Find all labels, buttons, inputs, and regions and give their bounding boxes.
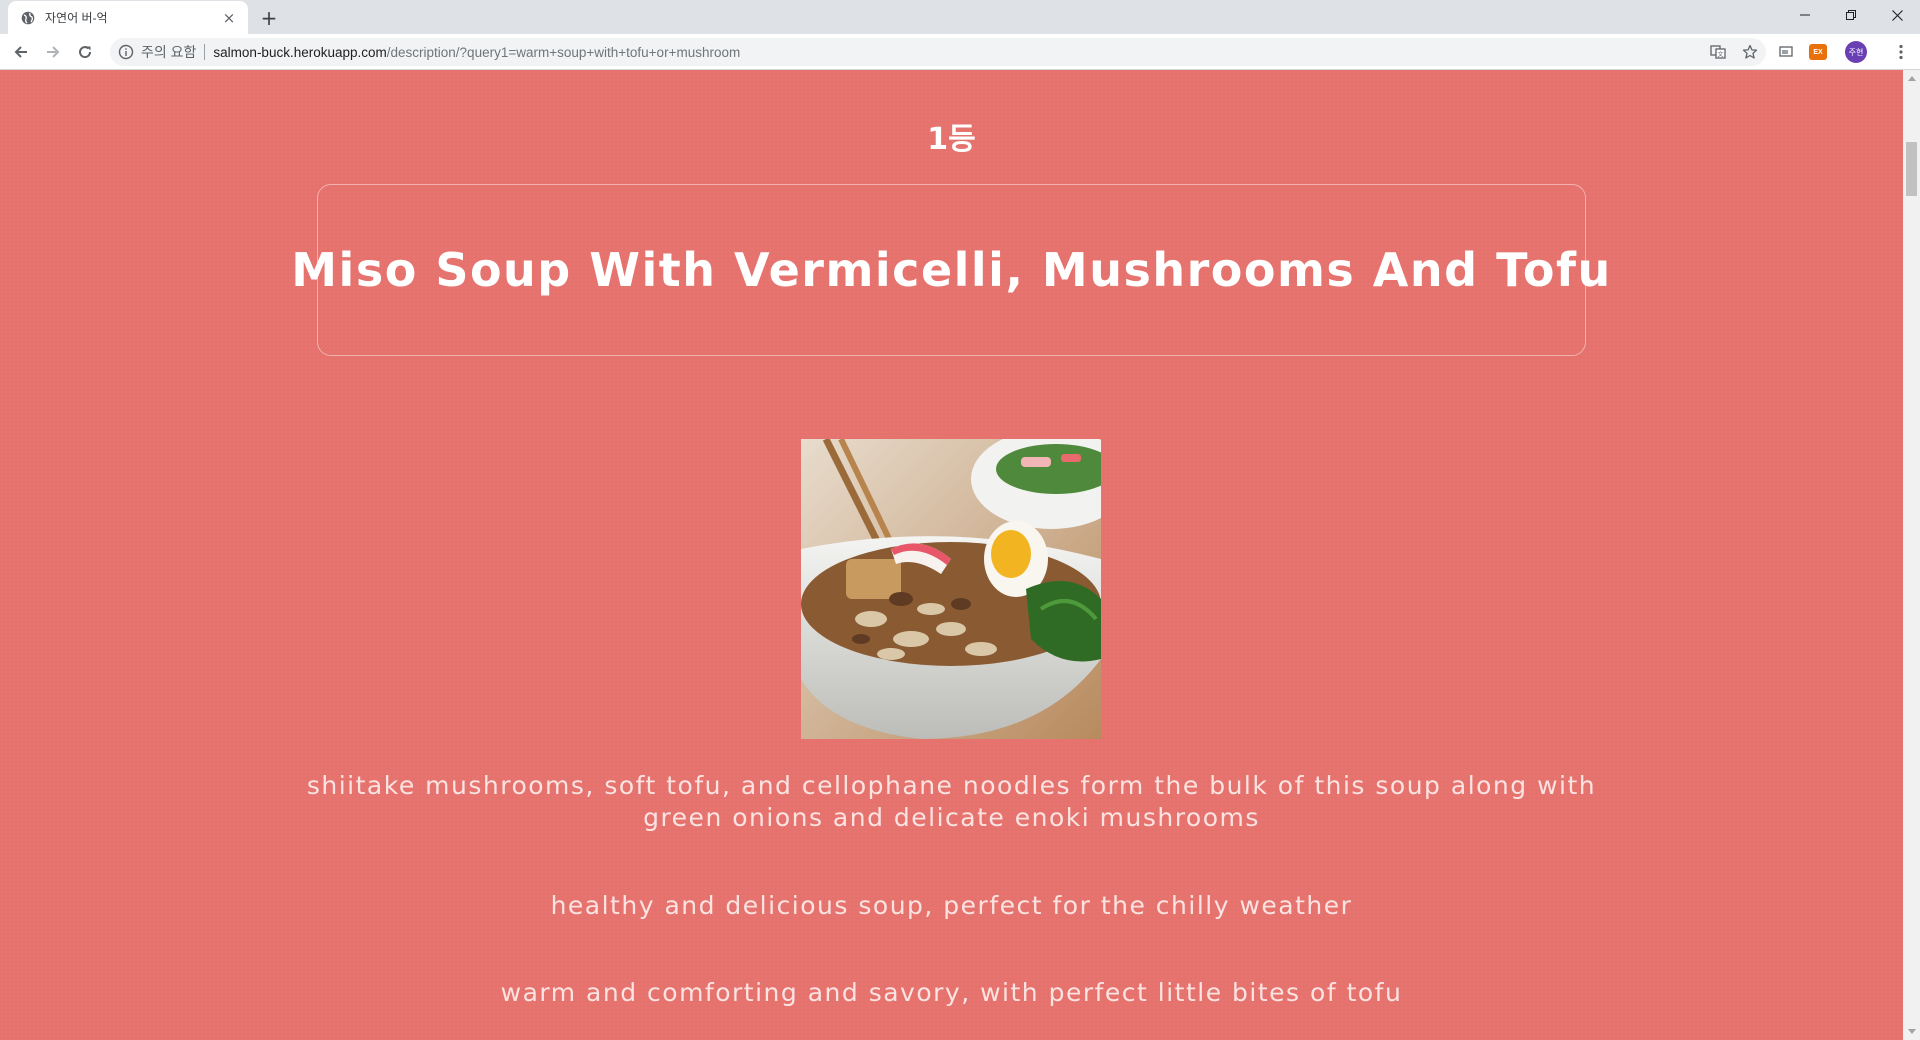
scroll-down-button[interactable]	[1903, 1023, 1920, 1040]
kebab-menu-icon	[1899, 44, 1903, 60]
omnibox-actions: 文	[1702, 38, 1766, 66]
recipe-description-3: warm and comforting and savory, with per…	[500, 978, 1403, 1007]
page-scrollbar[interactable]	[1903, 70, 1920, 1040]
security-indicator[interactable]: 주의 요함	[118, 42, 196, 62]
bookmark-button[interactable]	[1734, 38, 1766, 66]
close-window-button[interactable]	[1874, 0, 1920, 30]
extension-badge: EX	[1809, 44, 1827, 60]
arrow-left-icon	[14, 46, 27, 58]
svg-text:文: 文	[1717, 50, 1723, 58]
browser-toolbar: 주의 요함 salmon-buck.herokuapp.com/descript…	[0, 34, 1920, 70]
restore-button[interactable]	[1828, 0, 1874, 30]
back-button[interactable]	[8, 39, 34, 65]
translate-icon: 文	[1710, 45, 1726, 59]
tab-close-icon[interactable]: ×	[220, 9, 238, 27]
profile-button[interactable]: 주현	[1834, 38, 1878, 66]
address-bar[interactable]: 주의 요함 salmon-buck.herokuapp.com/descript…	[110, 38, 1766, 66]
cast-icon	[1779, 46, 1793, 57]
info-icon	[118, 44, 134, 60]
translate-button[interactable]: 文	[1702, 38, 1734, 66]
browser-menu-button[interactable]	[1888, 38, 1914, 66]
recipe-description-2: healthy and delicious soup, perfect for …	[550, 891, 1353, 920]
url-host: salmon-buck.herokuapp.com	[213, 44, 387, 60]
restore-icon	[1846, 10, 1856, 20]
reload-icon	[79, 46, 92, 59]
minimize-button[interactable]	[1782, 0, 1828, 30]
recipe-title-card: Miso Soup With Vermicelli, Mushrooms And…	[291, 184, 1610, 356]
rank-label: 1등	[927, 122, 976, 157]
browser-tab[interactable]: 자연어 버-억 ×	[8, 1, 248, 34]
forward-button[interactable]	[40, 39, 66, 65]
tab-strip: 자연어 버-억 × +	[0, 0, 1920, 34]
avatar: 주현	[1845, 41, 1867, 63]
tab-title: 자연어 버-억	[45, 11, 108, 25]
caret-down-icon	[1907, 1029, 1916, 1034]
cast-button[interactable]	[1770, 38, 1802, 66]
url-text[interactable]: salmon-buck.herokuapp.com/description/?q…	[213, 45, 740, 60]
scroll-thumb[interactable]	[1906, 142, 1917, 196]
new-tab-button[interactable]: +	[256, 5, 282, 31]
recipe-description-1: shiitake mushrooms, soft tofu, and cello…	[306, 771, 1597, 832]
extension-button[interactable]: EX	[1802, 38, 1834, 66]
recipe-photo	[801, 439, 1101, 739]
arrow-right-icon	[47, 46, 60, 58]
scroll-up-button[interactable]	[1903, 70, 1920, 87]
reload-button[interactable]	[72, 39, 98, 65]
address-separator	[204, 44, 206, 60]
minimize-icon	[1800, 14, 1810, 16]
close-icon	[1891, 9, 1903, 21]
star-icon	[1742, 44, 1758, 59]
caret-up-icon	[1907, 76, 1916, 81]
recipe-title: Miso Soup With Vermicelli, Mushrooms And…	[291, 243, 1612, 297]
security-label: 주의 요함	[141, 44, 197, 60]
globe-icon	[20, 10, 36, 26]
url-path: /description/?query1=warm+soup+with+tofu…	[386, 44, 741, 60]
page-viewport: 1등 Miso Soup With Vermicelli, Mushrooms …	[0, 70, 1903, 1040]
extensions-area: EX 주현	[1770, 38, 1878, 66]
